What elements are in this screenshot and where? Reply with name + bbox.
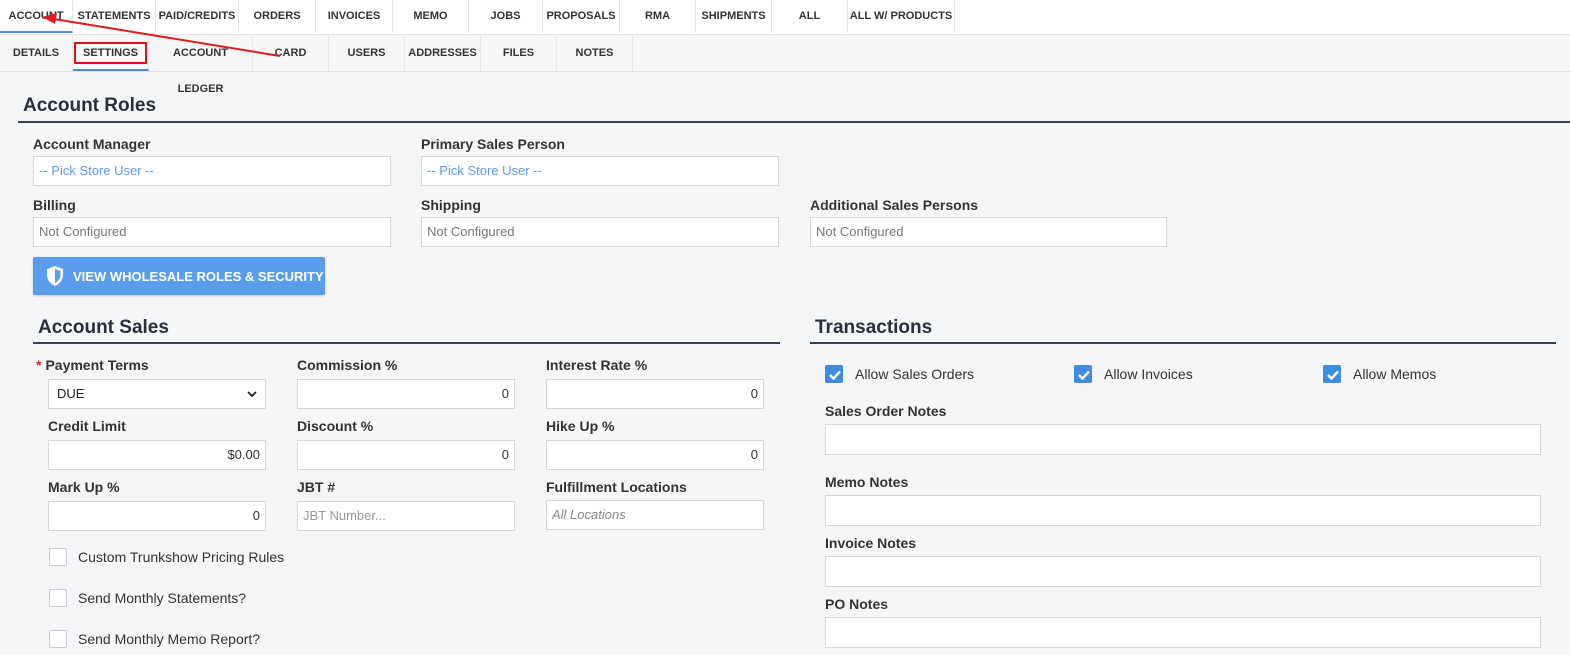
transactions-title: Transactions xyxy=(815,317,933,338)
po-notes-input[interactable] xyxy=(825,617,1541,648)
subtab-settings[interactable]: SETTINGS xyxy=(73,35,149,71)
monthly-memo-label: Send Monthly Memo Report? xyxy=(78,631,261,647)
transactions-divider xyxy=(810,342,1556,344)
hike-up-input[interactable]: 0 xyxy=(546,440,764,470)
subtab-addresses[interactable]: ADDRESSES xyxy=(405,35,481,71)
view-wholesale-roles-label: VIEW WHOLESALE ROLES & SECURITY xyxy=(73,268,324,284)
memo-notes-label: Memo Notes xyxy=(825,474,909,490)
payment-terms-select[interactable]: DUE xyxy=(48,379,266,409)
payment-terms-text: Payment Terms xyxy=(45,357,149,373)
additional-sales-label: Additional Sales Persons xyxy=(810,197,979,213)
fulfillment-locations-select[interactable]: All Locations xyxy=(546,500,764,530)
monthly-memo-checkbox[interactable] xyxy=(49,630,67,648)
shipping-label: Shipping xyxy=(421,197,481,213)
subtab-details[interactable]: DETAILS xyxy=(0,35,73,71)
commission-label: Commission % xyxy=(297,357,398,373)
mark-up-input[interactable]: 0 xyxy=(48,501,266,531)
subtab-notes[interactable]: NOTES xyxy=(557,35,633,71)
tab-proposals[interactable]: PROPOSALS xyxy=(543,0,620,33)
required-marker: * xyxy=(36,357,42,373)
subtab-users[interactable]: USERS xyxy=(329,35,405,71)
allow-invoices-label: Allow Invoices xyxy=(1104,366,1193,382)
checkmark-icon xyxy=(1327,370,1339,381)
mark-up-label: Mark Up % xyxy=(48,479,120,495)
tab-rma[interactable]: RMA xyxy=(620,0,696,33)
checkmark-icon xyxy=(1078,370,1090,381)
allow-sales-orders-label: Allow Sales Orders xyxy=(855,366,975,382)
invoice-notes-label: Invoice Notes xyxy=(825,535,917,551)
subtab-settings-label: SETTINGS xyxy=(73,42,148,64)
custom-trunkshow-checkbox[interactable] xyxy=(49,548,67,566)
commission-input[interactable]: 0 xyxy=(297,379,515,409)
payment-terms-value: DUE xyxy=(57,386,85,401)
allow-invoices-checkbox[interactable] xyxy=(1074,365,1092,383)
tab-jobs[interactable]: JOBS xyxy=(469,0,543,33)
hike-up-label: Hike Up % xyxy=(546,418,615,434)
monthly-statements-checkbox[interactable] xyxy=(49,589,67,607)
account-manager-select[interactable]: -- Pick Store User -- xyxy=(33,156,391,186)
shipping-field[interactable]: Not Configured xyxy=(421,217,779,247)
memo-notes-input[interactable] xyxy=(825,495,1541,526)
primary-sales-label: Primary Sales Person xyxy=(421,136,565,152)
account-manager-label: Account Manager xyxy=(33,136,151,152)
tab-all-with-products[interactable]: ALL W/ PRODUCTS xyxy=(848,0,955,33)
shield-icon xyxy=(47,266,63,286)
monthly-statements-label: Send Monthly Statements? xyxy=(78,590,247,606)
interest-rate-label: Interest Rate % xyxy=(546,357,648,373)
sales-order-notes-label: Sales Order Notes xyxy=(825,403,947,419)
tab-invoices[interactable]: INVOICES xyxy=(316,0,393,33)
primary-sales-select[interactable]: -- Pick Store User -- xyxy=(421,156,779,186)
tab-orders[interactable]: ORDERS xyxy=(239,0,316,33)
credit-limit-label: Credit Limit xyxy=(48,418,126,434)
jbt-label: JBT # xyxy=(297,479,336,495)
subtab-card[interactable]: CARD xyxy=(253,35,329,71)
allow-memos-checkbox[interactable] xyxy=(1323,365,1341,383)
tab-account[interactable]: ACCOUNT xyxy=(0,0,73,33)
invoice-notes-input[interactable] xyxy=(825,556,1541,587)
account-sales-divider xyxy=(33,342,780,344)
checkmark-icon xyxy=(829,370,841,381)
chevron-down-icon xyxy=(247,390,257,397)
subtab-files[interactable]: FILES xyxy=(481,35,557,71)
custom-trunkshow-label: Custom Trunkshow Pricing Rules xyxy=(78,549,285,565)
secondary-tab-bar: DETAILS SETTINGS ACCOUNT LEDGER CARD USE… xyxy=(0,35,1570,95)
tab-memo[interactable]: MEMO xyxy=(393,0,469,33)
primary-tab-bar: ACCOUNT STATEMENTS PAID/CREDITS ORDERS I… xyxy=(0,0,1570,35)
po-notes-label: PO Notes xyxy=(825,596,889,612)
sales-order-notes-input[interactable] xyxy=(825,424,1541,455)
jbt-input[interactable]: JBT Number... xyxy=(297,501,515,531)
account-roles-title: Account Roles xyxy=(23,95,157,116)
allow-memos-label: Allow Memos xyxy=(1353,366,1437,382)
fulfillment-locations-label: Fulfillment Locations xyxy=(546,479,687,495)
billing-label: Billing xyxy=(33,197,76,213)
discount-label: Discount % xyxy=(297,418,374,434)
view-wholesale-roles-button[interactable]: VIEW WHOLESALE ROLES & SECURITY xyxy=(33,257,325,295)
credit-limit-input[interactable]: $0.00 xyxy=(48,440,266,470)
interest-rate-input[interactable]: 0 xyxy=(546,379,764,409)
tab-paid-credits[interactable]: PAID/CREDITS xyxy=(156,0,239,33)
allow-sales-orders-checkbox[interactable] xyxy=(825,365,843,383)
tab-all[interactable]: ALL xyxy=(772,0,848,33)
subtab-account-ledger[interactable]: ACCOUNT LEDGER xyxy=(149,35,253,95)
additional-sales-field[interactable]: Not Configured xyxy=(810,217,1167,247)
tab-shipments[interactable]: SHIPMENTS xyxy=(696,0,772,33)
tab-statements[interactable]: STATEMENTS xyxy=(73,0,156,33)
payment-terms-label: * Payment Terms xyxy=(36,357,149,373)
account-roles-divider xyxy=(18,121,1570,123)
discount-input[interactable]: 0 xyxy=(297,440,515,470)
account-sales-title: Account Sales xyxy=(38,317,169,338)
billing-field[interactable]: Not Configured xyxy=(33,217,391,247)
